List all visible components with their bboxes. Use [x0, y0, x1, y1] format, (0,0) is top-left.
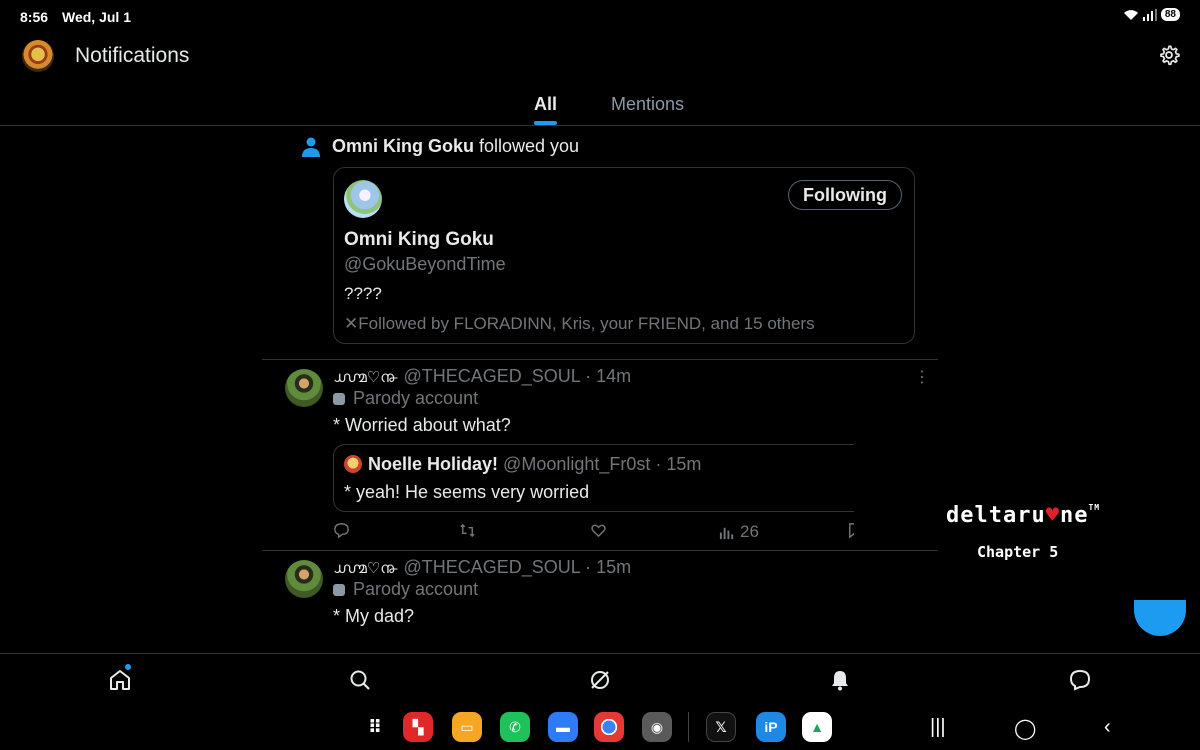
views-button[interactable]: 26	[718, 522, 759, 542]
mask-icon	[333, 392, 345, 405]
wifi-icon	[1123, 9, 1138, 20]
quote-author-name: Noelle Holiday!	[368, 454, 499, 474]
heart-icon	[591, 524, 606, 538]
mask-icon	[333, 583, 345, 596]
quoted-tweet[interactable]: Noelle Holiday! @Moonlight_Fr0st · 15m *…	[333, 444, 854, 512]
follow-text: followed you	[479, 136, 580, 156]
signal-icon	[1142, 8, 1157, 21]
quote-author-handle: @Moonlight_Fr0st	[503, 454, 651, 474]
reply-button[interactable]	[333, 522, 350, 539]
views-count: 26	[740, 522, 759, 541]
bottom-navigation	[0, 653, 1200, 703]
author-display-name[interactable]: ൸♡൹	[333, 369, 397, 386]
tweet-actions: 26	[333, 522, 854, 544]
quote-avatar	[344, 455, 362, 473]
x-app-icon[interactable]: 𝕏	[706, 712, 736, 742]
divider	[262, 550, 938, 551]
retweet-icon	[460, 523, 475, 538]
dock-separator	[688, 712, 689, 742]
status-icons: 88	[1123, 8, 1180, 21]
follower-name[interactable]: Omni King Goku	[332, 136, 474, 157]
tweet-header[interactable]: ൸♡൹ @THECAGED_SOUL · 14m	[333, 366, 631, 387]
phone-app-icon[interactable]: ✆	[500, 712, 530, 742]
home-icon[interactable]	[108, 668, 132, 692]
messages-icon[interactable]	[1068, 668, 1092, 692]
flipboard-app-icon[interactable]: ▚	[403, 712, 433, 742]
app-header: Notifications	[0, 34, 1200, 80]
author-handle[interactable]: @THECAGED_SOUL	[403, 366, 580, 386]
bell-icon[interactable]	[828, 668, 852, 692]
active-tab-indicator	[534, 121, 557, 125]
parody-label: Parody account	[333, 388, 478, 409]
parody-label: Parody account	[333, 579, 478, 600]
tweet-header[interactable]: ൸♡൹ @THECAGED_SOUL · 15m	[333, 557, 631, 578]
tweet-time: · 15m	[585, 557, 632, 577]
quote-text: * yeah! He seems very worried	[344, 482, 590, 502]
camera-app-icon[interactable]: ◉	[642, 712, 672, 742]
chapter-label: Chapter 5	[977, 543, 1059, 561]
battery-indicator: 88	[1160, 8, 1180, 21]
back-icon[interactable]: ‹	[1104, 716, 1111, 739]
messages-app-icon[interactable]: ▬	[548, 712, 578, 742]
divider	[262, 359, 938, 360]
logo-text-right: ne	[1059, 503, 1089, 528]
quote-time: · 15m	[655, 454, 702, 474]
author-handle[interactable]: @THECAGED_SOUL	[403, 557, 580, 577]
android-dock: ⠿ ▚ ▭ ✆ ▬ ◉ 𝕏 iP ▲ ||| ◯ ‹	[0, 706, 1200, 750]
following-button[interactable]: Following	[788, 180, 902, 210]
deltarune-logo: deltaru♥neTM	[946, 503, 1100, 528]
page-title: Notifications	[75, 44, 190, 67]
quote-header: Noelle Holiday! @Moonlight_Fr0st · 15m	[368, 454, 701, 475]
profile-avatar[interactable]	[22, 40, 54, 72]
parody-label-text: Parody account	[353, 579, 479, 599]
more-options-icon[interactable]: ⋮	[914, 367, 930, 387]
followed-by-text: ✕Followed by FLORADINN, Kris, your FRIEN…	[344, 314, 815, 333]
drive-app-icon[interactable]: ▲	[802, 712, 832, 742]
trademark: TM	[1088, 503, 1101, 512]
status-time: 8:56	[20, 9, 49, 25]
follower-display-name[interactable]: Omni King Goku	[344, 229, 494, 251]
follower-profile-card[interactable]: Following Omni King Goku @GokuBeyondTime…	[333, 167, 915, 344]
recents-icon[interactable]: |||	[930, 716, 946, 739]
follow-notification[interactable]: Omni King Goku followed you	[302, 136, 579, 157]
ibis-paint-app-icon[interactable]: iP	[756, 712, 786, 742]
tweet-text: * Worried about what?	[333, 415, 511, 435]
follower-avatar[interactable]	[344, 180, 382, 218]
home-button-icon[interactable]: ◯	[1014, 716, 1036, 741]
compose-fab[interactable]	[1134, 600, 1186, 636]
person-icon	[302, 137, 320, 157]
tweet-avatar[interactable]	[285, 560, 323, 598]
logo-text-left: deltaru	[946, 503, 1046, 528]
search-icon[interactable]	[348, 668, 372, 692]
tweet-avatar[interactable]	[285, 369, 323, 407]
status-date: Wed, Jul 1	[62, 9, 131, 25]
chrome-app-icon[interactable]	[594, 712, 624, 742]
reply-icon	[334, 523, 349, 539]
notification-tabs: All Mentions	[0, 80, 1200, 126]
tab-mentions[interactable]: Mentions	[611, 94, 684, 115]
views-icon	[719, 527, 734, 539]
home-notification-dot	[125, 664, 131, 670]
heart-icon: ♥	[1045, 503, 1060, 528]
tab-all[interactable]: All	[534, 94, 557, 115]
bookmark-button[interactable]	[846, 522, 854, 539]
like-button[interactable]	[590, 522, 607, 539]
status-bar: 8:56 Wed, Jul 1 88	[0, 0, 1200, 34]
apps-grid-icon[interactable]: ⠿	[360, 712, 390, 742]
author-display-name[interactable]: ൸♡൹	[333, 560, 397, 577]
grok-icon[interactable]	[588, 668, 612, 692]
parody-label-text: Parody account	[353, 388, 479, 408]
bookmark-icon	[849, 523, 854, 539]
follower-handle[interactable]: @GokuBeyondTime	[344, 254, 506, 275]
gear-icon[interactable]	[1158, 44, 1180, 66]
files-app-icon[interactable]: ▭	[452, 712, 482, 742]
tweet-text: * My dad?	[333, 606, 415, 626]
retweet-button[interactable]	[459, 522, 476, 539]
follower-bio: ????	[344, 284, 382, 303]
tweet-time: · 14m	[585, 366, 632, 386]
